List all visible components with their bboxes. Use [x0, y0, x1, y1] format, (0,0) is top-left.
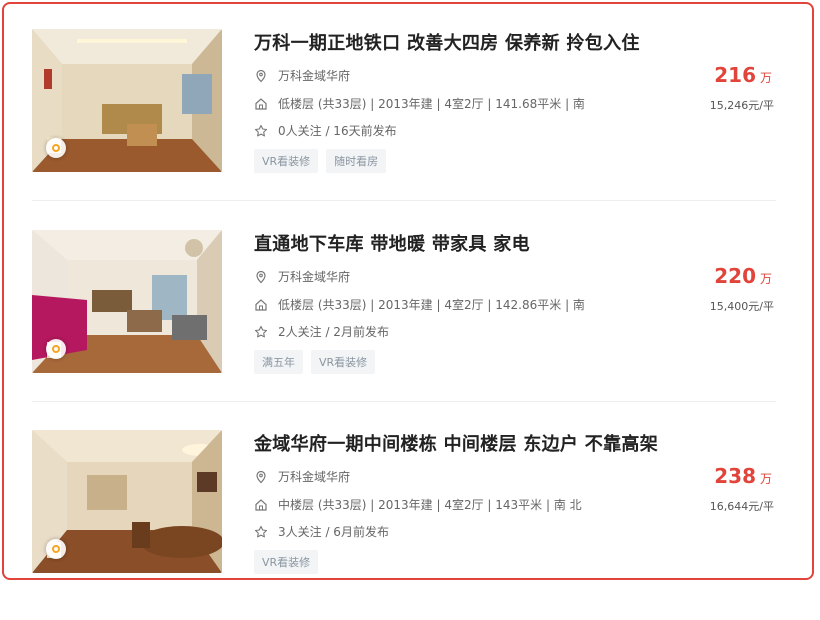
follow-info: 2人关注 / 2月前发布 [278, 325, 389, 339]
price-value: 238 [714, 464, 756, 488]
total-price: 238 万 [714, 464, 772, 488]
community-row: 万科金域华府 [254, 268, 350, 285]
vr-icon [46, 339, 66, 359]
star-icon [254, 124, 268, 138]
follow-row: 2人关注 / 2月前发布 [254, 323, 389, 340]
house-icon [254, 298, 268, 312]
tag-list: VR看装修 [254, 550, 319, 574]
price-unit: 万 [759, 71, 772, 85]
star-icon [254, 325, 268, 339]
follow-info: 0人关注 / 16天前发布 [278, 124, 397, 138]
listing-card[interactable]: 万科一期正地铁口 改善大四房 保养新 拎包入住 万科金域华府 低楼层 (共33层… [4, 29, 812, 219]
house-info: 低楼层 (共33层) | 2013年建 | 4室2厅 | 142.86平米 | … [278, 298, 585, 312]
follow-row: 0人关注 / 16天前发布 [254, 122, 397, 139]
divider [32, 200, 776, 201]
community-name[interactable]: 万科金域华府 [278, 268, 350, 285]
unit-price: 16,644元/平 [709, 500, 774, 513]
listing-photo[interactable] [32, 230, 222, 373]
house-info: 中楼层 (共33层) | 2013年建 | 4室2厅 | 143平米 | 南 北 [278, 498, 582, 512]
listing-title[interactable]: 万科一期正地铁口 改善大四房 保养新 拎包入住 [254, 29, 640, 55]
price-value: 216 [714, 63, 756, 87]
listing-photo[interactable] [32, 430, 222, 573]
house-info-row: 中楼层 (共33层) | 2013年建 | 4室2厅 | 143平米 | 南 北 [254, 496, 582, 513]
star-icon [254, 525, 268, 539]
community-row: 万科金域华府 [254, 67, 350, 84]
divider [32, 401, 776, 402]
unit-price: 15,400元/平 [709, 300, 774, 313]
vr-icon [46, 539, 66, 559]
price-unit: 万 [759, 472, 772, 486]
house-info-row: 低楼层 (共33层) | 2013年建 | 4室2厅 | 142.86平米 | … [254, 296, 585, 313]
listing-panel: 万科一期正地铁口 改善大四房 保养新 拎包入住 万科金域华府 低楼层 (共33层… [2, 2, 814, 580]
listing-card[interactable]: 金域华府一期中间楼栋 中间楼层 东边户 不靠高架 万科金域华府 中楼层 (共33… [4, 430, 812, 620]
listing-title[interactable]: 直通地下车库 带地暖 带家具 家电 [254, 230, 530, 256]
unit-price: 15,246元/平 [709, 99, 774, 112]
price-unit: 万 [759, 272, 772, 286]
location-pin-icon [254, 470, 268, 484]
location-pin-icon [254, 69, 268, 83]
community-name[interactable]: 万科金域华府 [278, 468, 350, 485]
listing-title[interactable]: 金域华府一期中间楼栋 中间楼层 东边户 不靠高架 [254, 430, 658, 456]
community-name[interactable]: 万科金域华府 [278, 67, 350, 84]
tag-list: 满五年 VR看装修 [254, 350, 376, 374]
tag: VR看装修 [254, 550, 319, 574]
house-icon [254, 97, 268, 111]
tag: VR看装修 [311, 350, 376, 374]
location-pin-icon [254, 270, 268, 284]
follow-row: 3人关注 / 6月前发布 [254, 523, 389, 540]
total-price: 216 万 [714, 63, 772, 87]
vr-icon [46, 138, 66, 158]
follow-info: 3人关注 / 6月前发布 [278, 525, 389, 539]
price-value: 220 [714, 264, 756, 288]
tag-list: VR看装修 随时看房 [254, 149, 387, 173]
house-info-row: 低楼层 (共33层) | 2013年建 | 4室2厅 | 141.68平米 | … [254, 95, 585, 112]
house-info: 低楼层 (共33层) | 2013年建 | 4室2厅 | 141.68平米 | … [278, 97, 585, 111]
total-price: 220 万 [714, 264, 772, 288]
listing-card[interactable]: 直通地下车库 带地暖 带家具 家电 万科金域华府 低楼层 (共33层) | 20… [4, 230, 812, 420]
tag: VR看装修 [254, 149, 319, 173]
tag: 满五年 [254, 350, 303, 374]
tag: 随时看房 [326, 149, 387, 173]
listing-photo[interactable] [32, 29, 222, 172]
community-row: 万科金域华府 [254, 468, 350, 485]
house-icon [254, 498, 268, 512]
